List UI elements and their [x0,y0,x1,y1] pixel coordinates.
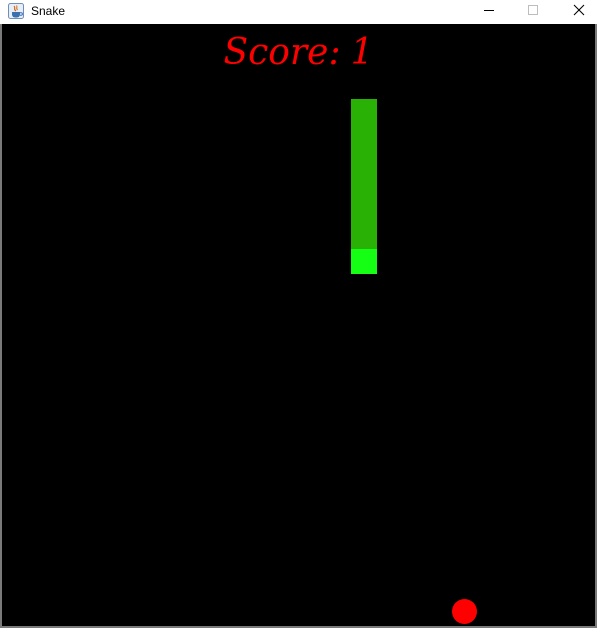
maximize-icon [527,3,539,21]
game-window: Snake Score: 1 [0,0,597,628]
close-icon [573,3,585,21]
maximize-button[interactable] [510,0,556,24]
snake-head [351,249,377,274]
close-button[interactable] [556,0,597,24]
title-bar[interactable]: Snake [0,0,597,24]
window-title: Snake [31,4,66,18]
score-display: Score: 1 [2,32,595,74]
minimize-icon [483,3,495,21]
minimize-button[interactable] [466,0,512,24]
food-apple [452,599,477,624]
score-value: 1 [350,32,374,73]
snake-body [351,99,377,249]
game-board[interactable]: Score: 1 [2,24,595,626]
java-icon [8,3,24,19]
score-label: Score: [223,32,341,73]
